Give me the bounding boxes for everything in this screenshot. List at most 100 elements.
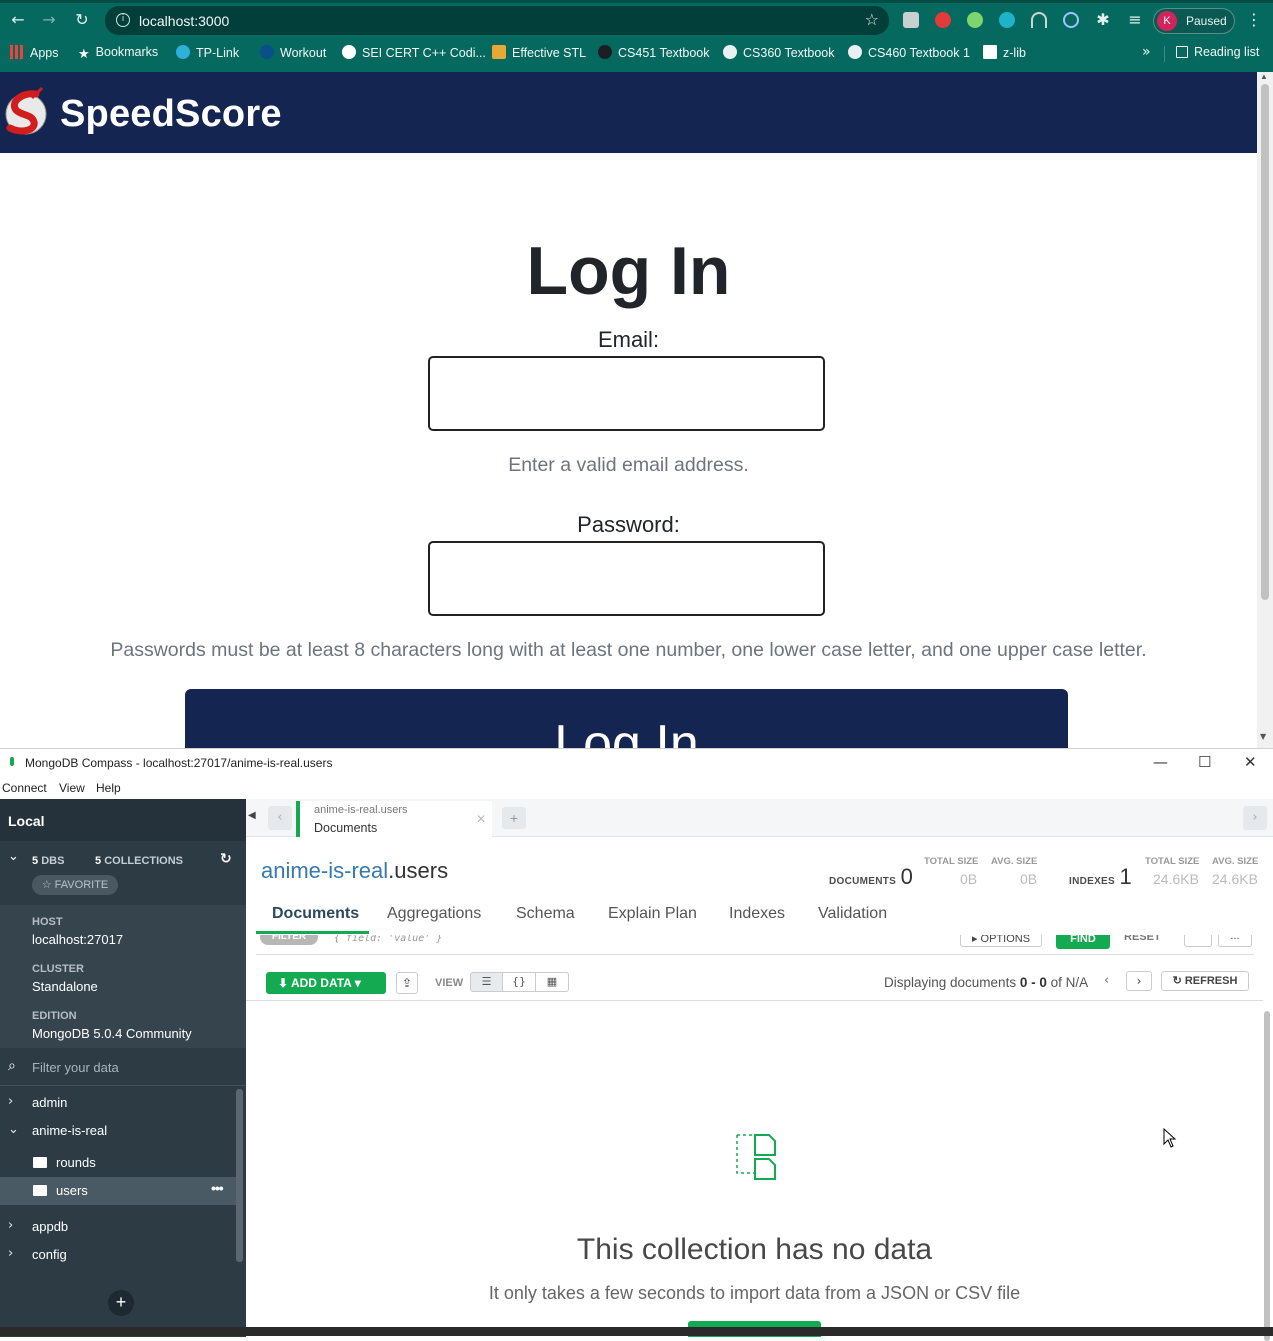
email-field[interactable] (428, 356, 825, 431)
tab-documents[interactable]: anime-is-real.users Documents ✕ (296, 801, 492, 837)
json-view-icon[interactable]: {} (503, 972, 536, 992)
documents-scrollbar[interactable] (1264, 1011, 1270, 1341)
scroll-up-icon[interactable]: ▲ (1260, 72, 1268, 81)
speedscore-logo-icon[interactable] (2, 84, 50, 140)
filter-input[interactable]: { field: 'value' } (334, 935, 442, 944)
cluster-label: CLUSTER (32, 963, 84, 975)
m-extension-icon[interactable] (999, 12, 1015, 28)
bookmark-label: TP-Link (196, 46, 240, 60)
reading-list-icon (1176, 46, 1188, 58)
extensions-puzzle-icon[interactable]: ✱ (1093, 10, 1113, 30)
bookmark-effective-stl[interactable]: Effective STL (492, 45, 586, 60)
bookmark-tplink[interactable]: TP-Link (176, 45, 239, 60)
reading-list-button[interactable]: Reading list (1176, 45, 1259, 59)
active-tab-indicator (256, 931, 369, 934)
bookmark-sei-cert[interactable]: SEI CERT C++ Codi... (342, 45, 486, 60)
tab-schema[interactable]: Schema (516, 905, 575, 923)
query-history-icon[interactable] (1184, 935, 1212, 947)
sidebar-scrollbar[interactable] (236, 1089, 243, 1262)
forward-arrow-icon[interactable]: → (39, 10, 59, 30)
password-field[interactable] (428, 541, 825, 616)
more-bookmarks-icon[interactable]: » (1142, 44, 1151, 60)
scrollbar-thumb[interactable] (1261, 84, 1269, 600)
sidebar-item-admin[interactable]: › admin (0, 1089, 236, 1117)
find-button[interactable]: FIND (1056, 935, 1110, 949)
pagination-summary: Displaying documents 0 - 0 of N/A (884, 975, 1088, 990)
menu-connect[interactable]: Connect (2, 781, 47, 795)
collapse-sidebar-icon[interactable]: ◀ (248, 810, 256, 821)
sidebar-item-anime-is-real[interactable]: ⌄ anime-is-real (0, 1117, 236, 1145)
edition-label: EDITION (32, 1010, 77, 1022)
tab-aggregations[interactable]: Aggregations (387, 905, 481, 923)
media-queue-icon[interactable]: ≡ (1125, 10, 1145, 30)
minimize-icon[interactable]: — (1153, 753, 1168, 771)
tabs-left-icon[interactable]: ‹ (268, 806, 292, 830)
bookmark-workout[interactable]: Workout (260, 45, 326, 60)
namespace-title: anime-is-real.users (261, 858, 448, 884)
bookmark-zlib[interactable]: z-lib (983, 45, 1026, 60)
new-tab-button[interactable]: + (502, 807, 526, 829)
maximize-icon[interactable]: ☐ (1198, 753, 1211, 771)
tab-validation[interactable]: Validation (818, 905, 887, 923)
adblock-extension-icon[interactable] (935, 12, 951, 28)
add-data-button[interactable]: ⬇ ADD DATA ▾ (266, 972, 386, 994)
tab-indexes[interactable]: Indexes (729, 905, 785, 923)
favorite-button[interactable]: ☆ FAVORITE (32, 875, 118, 895)
bookmark-apps[interactable]: Apps (10, 45, 59, 60)
next-page-icon[interactable]: › (1126, 971, 1152, 991)
sidebar-item-appdb[interactable]: › appdb (0, 1213, 236, 1241)
profile-button[interactable]: K Paused (1153, 8, 1235, 34)
bookmark-cs460[interactable]: CS460 Textbook 1 (848, 45, 970, 60)
sidebar-item-users[interactable]: users ••• (0, 1177, 236, 1205)
site-info-icon[interactable]: i (116, 13, 130, 27)
bookmark-cs360[interactable]: CS360 Textbook (723, 45, 835, 60)
filter-placeholder[interactable]: Filter your data (32, 1060, 119, 1075)
sidebar-item-rounds[interactable]: rounds (0, 1149, 236, 1177)
previous-page-icon[interactable]: ‹ (1104, 973, 1109, 988)
login-button[interactable]: Log In (185, 689, 1068, 748)
sidebar-item-config[interactable]: › config (0, 1241, 236, 1269)
collection-view: ◀ ‹ anime-is-real.users Documents ✕ + › … (246, 799, 1273, 1341)
refresh-button[interactable]: ↻ REFRESH (1161, 971, 1249, 991)
more-options-icon[interactable]: ••• (211, 1180, 224, 1196)
menu-view[interactable]: View (59, 781, 85, 795)
refresh-icon[interactable]: ↻ (220, 851, 232, 867)
tab-explain-plan[interactable]: Explain Plan (608, 905, 697, 923)
list-view-icon[interactable]: ☰ (470, 972, 503, 992)
bookmark-cs451[interactable]: CS451 Textbook (598, 45, 710, 60)
web-page: SpeedScore Log In Email: Enter a valid e… (0, 72, 1273, 748)
wave-extension-icon[interactable] (1031, 12, 1047, 28)
chevron-down-icon[interactable]: ⌄ (8, 849, 19, 864)
tabs-right-icon[interactable]: › (1243, 806, 1267, 830)
chevron-right-icon: › (8, 1094, 14, 1109)
close-tab-icon[interactable]: ✕ (476, 812, 486, 826)
back-arrow-icon[interactable]: ← (8, 10, 28, 30)
extension-icon[interactable] (903, 12, 919, 28)
react-devtools-icon[interactable] (1063, 12, 1079, 28)
reset-button[interactable]: RESET (1124, 935, 1161, 943)
displaying-total: of N/A (1046, 975, 1089, 990)
tab-documents-subtab[interactable]: Documents (272, 905, 359, 923)
export-collection-icon[interactable]: ⇪ (396, 972, 418, 994)
grammar-extension-icon[interactable] (967, 12, 983, 28)
options-button[interactable]: ▸ OPTIONS (960, 935, 1042, 947)
reload-icon[interactable]: ↻ (72, 10, 92, 30)
scroll-down-icon[interactable]: ▼ (1260, 732, 1266, 741)
bookmark-star-icon[interactable]: ☆ (865, 10, 879, 29)
address-bar[interactable]: i localhost:3000 ☆ (105, 6, 889, 35)
brand-name[interactable]: SpeedScore (60, 93, 282, 136)
create-database-button[interactable]: + (108, 1290, 134, 1316)
url-text[interactable]: localhost:3000 (139, 13, 229, 29)
sidebar-filter[interactable]: ⌕ Filter your data (0, 1048, 246, 1086)
view-label: VIEW (435, 977, 464, 989)
query-more-button[interactable]: ... (1218, 935, 1252, 947)
page-scrollbar[interactable]: ▲ ▼ (1257, 72, 1273, 748)
menu-help[interactable]: Help (96, 781, 121, 795)
connection-header[interactable]: Local (0, 799, 246, 841)
table-view-icon[interactable]: ▦ (536, 972, 569, 992)
bookmark-bookmarks[interactable]: ★ Bookmarks (78, 45, 158, 61)
bookmark-label: z-lib (1003, 46, 1026, 60)
browser-menu-icon[interactable]: ⋮ (1246, 10, 1262, 29)
namespace-db[interactable]: anime-is-real (261, 858, 388, 883)
close-icon[interactable]: ✕ (1244, 753, 1257, 771)
